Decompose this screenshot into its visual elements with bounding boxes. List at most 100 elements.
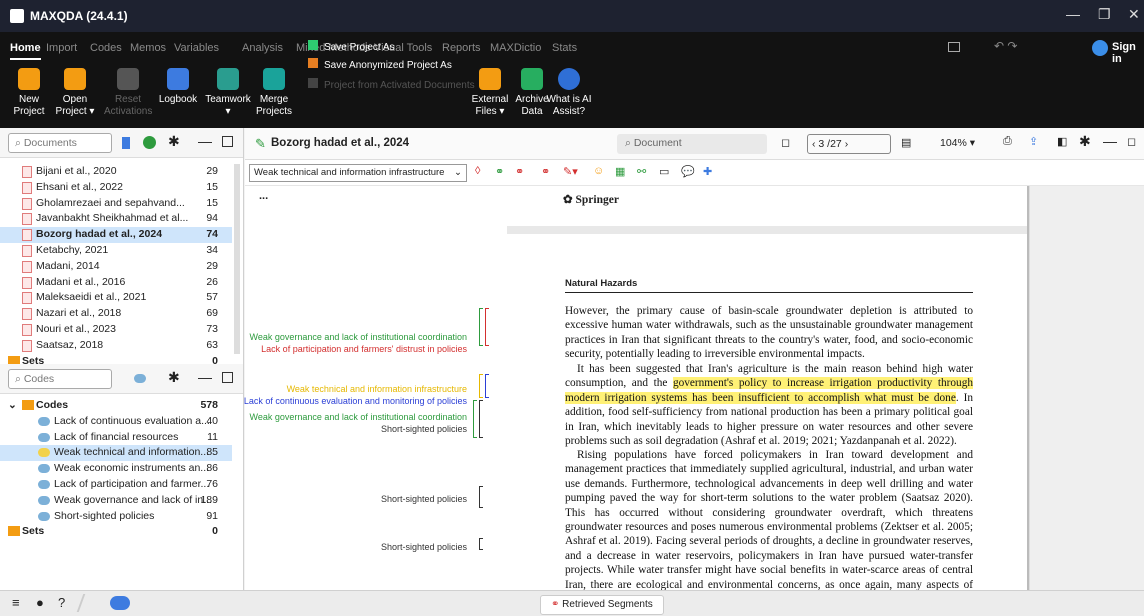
code-bracket[interactable] bbox=[473, 400, 477, 438]
tab-stats[interactable]: Stats bbox=[552, 42, 577, 54]
zoom-select[interactable]: 104% ▾ bbox=[940, 137, 975, 149]
link-icon[interactable]: ⚯ bbox=[637, 165, 646, 178]
ai-assist-button[interactable]: What is AI Assist? bbox=[546, 68, 592, 118]
pdf-viewer[interactable]: ✿ Springer Natural Hazards However, the … bbox=[507, 186, 1029, 590]
retrieved-segments-button[interactable]: ⚭ Retrieved Segments bbox=[540, 595, 664, 615]
code-toggle-icon[interactable] bbox=[110, 596, 130, 610]
memo-icon[interactable]: 💬 bbox=[681, 165, 695, 178]
tab-memos[interactable]: Memos bbox=[130, 42, 166, 54]
ai-icon[interactable]: ✚ bbox=[703, 165, 712, 178]
documents-scrollbar[interactable] bbox=[234, 164, 240, 354]
close-icon[interactable]: ✕ bbox=[1128, 6, 1140, 23]
calculator-icon[interactable] bbox=[948, 42, 960, 52]
restore-icon[interactable]: ❐ bbox=[1098, 6, 1111, 23]
new-code-icon[interactable] bbox=[134, 374, 146, 383]
teamwork-button[interactable]: Teamwork ▾ bbox=[204, 68, 252, 118]
code-bracket[interactable] bbox=[485, 374, 489, 398]
margin-code-label[interactable]: Short-sighted policies bbox=[381, 494, 467, 504]
page-view-icon[interactable]: ▤ bbox=[901, 136, 911, 149]
codes-sets-row[interactable]: Sets 0 bbox=[0, 524, 232, 540]
prev-page-icon[interactable]: ‹ bbox=[812, 138, 816, 150]
new-project-button[interactable]: New Project bbox=[4, 68, 54, 118]
help-icon[interactable]: ? bbox=[58, 595, 65, 610]
list-item[interactable]: Ketabchy, 2021 34 bbox=[0, 243, 232, 259]
gear-icon[interactable]: ✱ bbox=[1079, 133, 1091, 150]
pen-icon[interactable]: ✎▾ bbox=[563, 165, 578, 178]
open-project-button[interactable]: Open Project ▾ bbox=[52, 68, 98, 118]
tab-analysis[interactable]: Analysis bbox=[242, 42, 283, 54]
code-bracket[interactable] bbox=[479, 400, 483, 438]
code-bracket[interactable] bbox=[485, 308, 489, 346]
margin-code-label[interactable]: Short-sighted policies bbox=[381, 424, 467, 434]
document-search-input[interactable]: ⌕ Document bbox=[617, 134, 767, 154]
document-icon[interactable] bbox=[122, 137, 130, 149]
margin-code-label[interactable]: Weak governance and lack of institutiona… bbox=[250, 332, 467, 342]
external-files-button[interactable]: External Files ▾ bbox=[468, 68, 512, 118]
list-item[interactable]: Javanbakht Sheikhahmad et al... 94 bbox=[0, 211, 232, 227]
chat-icon[interactable]: ● bbox=[36, 595, 44, 610]
save-anonymized-button[interactable]: Save Anonymized Project As bbox=[308, 58, 452, 71]
margin-code-label[interactable]: Weak governance and lack of institutiona… bbox=[250, 412, 467, 422]
tab-import[interactable]: Import bbox=[46, 42, 77, 54]
print-icon[interactable]: ⎙ bbox=[1003, 135, 1012, 148]
code-item[interactable]: Lack of participation and farmer... 76 bbox=[0, 477, 232, 493]
minimize-panel-icon[interactable]: — bbox=[198, 133, 212, 149]
gear-icon[interactable]: ✱ bbox=[168, 133, 180, 150]
list-item[interactable]: Ehsani et al., 2022 15 bbox=[0, 180, 232, 196]
save-project-as-button[interactable]: Save Project As bbox=[308, 40, 395, 53]
minimize-panel-icon[interactable]: — bbox=[198, 369, 212, 385]
tab-variables[interactable]: Variables bbox=[174, 42, 219, 54]
code-with-new-icon[interactable]: ⚭ bbox=[515, 165, 524, 178]
emoticode-icon[interactable]: ☺ bbox=[593, 165, 604, 177]
maximize-panel-icon[interactable] bbox=[222, 372, 233, 383]
tab-reports[interactable]: Reports bbox=[442, 42, 481, 54]
export-icon[interactable]: ⇪ bbox=[1029, 135, 1038, 148]
list-item[interactable]: Saatsaz, 2018 63 bbox=[0, 338, 232, 354]
code-item[interactable]: Weak governance and lack of in... 189 bbox=[0, 493, 232, 509]
code-in-vivo-icon[interactable]: ⚭ bbox=[495, 165, 504, 178]
margin-code-label[interactable]: Short-sighted policies bbox=[381, 542, 467, 552]
pdf-page[interactable]: ✿ Springer Natural Hazards However, the … bbox=[507, 186, 1027, 590]
maximize-panel-icon[interactable] bbox=[222, 136, 233, 147]
frame-icon[interactable]: ▭ bbox=[659, 165, 669, 178]
tab-home[interactable]: Home bbox=[10, 42, 41, 60]
highlight-code-icon[interactable]: ⚭ bbox=[541, 165, 550, 178]
code-dropdown[interactable]: Weak technical and information infrastru… bbox=[249, 164, 467, 182]
code-bracket[interactable] bbox=[479, 374, 483, 398]
minimize-panel-icon[interactable]: — bbox=[1103, 133, 1117, 149]
logbook-button[interactable]: Logbook bbox=[156, 68, 200, 106]
project-from-activated-button[interactable]: Project from Activated Documents bbox=[308, 78, 475, 91]
add-document-icon[interactable] bbox=[143, 136, 156, 149]
code-item[interactable]: Weak economic instruments an... 86 bbox=[0, 461, 232, 477]
codes-root[interactable]: ⌄ Codes 578 bbox=[0, 398, 232, 414]
code-item[interactable]: Lack of financial resources 11 bbox=[0, 430, 232, 446]
tab-maxdictio[interactable]: MAXDictio bbox=[490, 42, 541, 54]
code-bracket[interactable] bbox=[479, 486, 483, 508]
tab-codes[interactable]: Codes bbox=[90, 42, 122, 54]
code-bracket[interactable] bbox=[479, 538, 483, 550]
margin-code-label[interactable]: Lack of continuous evaluation and monito… bbox=[244, 396, 467, 406]
list-item[interactable]: Madani, 2014 29 bbox=[0, 259, 232, 275]
code-bracket[interactable] bbox=[479, 308, 483, 346]
minimize-icon[interactable]: — bbox=[1066, 6, 1080, 22]
list-item[interactable]: Maleksaeidi et al., 2021 57 bbox=[0, 290, 232, 306]
bookmark-icon[interactable]: ◻ bbox=[781, 136, 790, 149]
codes-search-input[interactable]: ⌕ Codes bbox=[8, 369, 112, 389]
color-code-icon[interactable]: ▦ bbox=[615, 165, 625, 178]
list-item-selected[interactable]: Bozorg hadad et al., 2024 74 bbox=[0, 227, 232, 243]
margin-menu-icon[interactable]: ... bbox=[259, 190, 268, 202]
code-icon[interactable]: ◊ bbox=[475, 165, 480, 177]
list-item[interactable]: Nazari et al., 2018 69 bbox=[0, 306, 232, 322]
edit-icon[interactable]: ✎ bbox=[255, 136, 266, 152]
gear-icon[interactable]: ✱ bbox=[168, 369, 180, 386]
page-navigator[interactable]: ‹ 3 /27 › bbox=[807, 134, 891, 154]
maximize-panel-icon[interactable]: ◻ bbox=[1127, 135, 1136, 148]
next-page-icon[interactable]: › bbox=[845, 138, 849, 150]
list-item[interactable]: Madani et al., 2016 26 bbox=[0, 275, 232, 291]
undo-icon[interactable]: ↶ ↷ bbox=[994, 39, 1017, 53]
code-item[interactable]: Lack of continuous evaluation a... 40 bbox=[0, 414, 232, 430]
sign-in-button[interactable]: Sign in bbox=[1088, 38, 1144, 65]
margin-code-label[interactable]: Lack of participation and farmers' distr… bbox=[261, 344, 467, 354]
documents-search-input[interactable]: ⌕ Documents bbox=[8, 133, 112, 153]
menu-icon[interactable]: ≡ bbox=[12, 595, 20, 610]
